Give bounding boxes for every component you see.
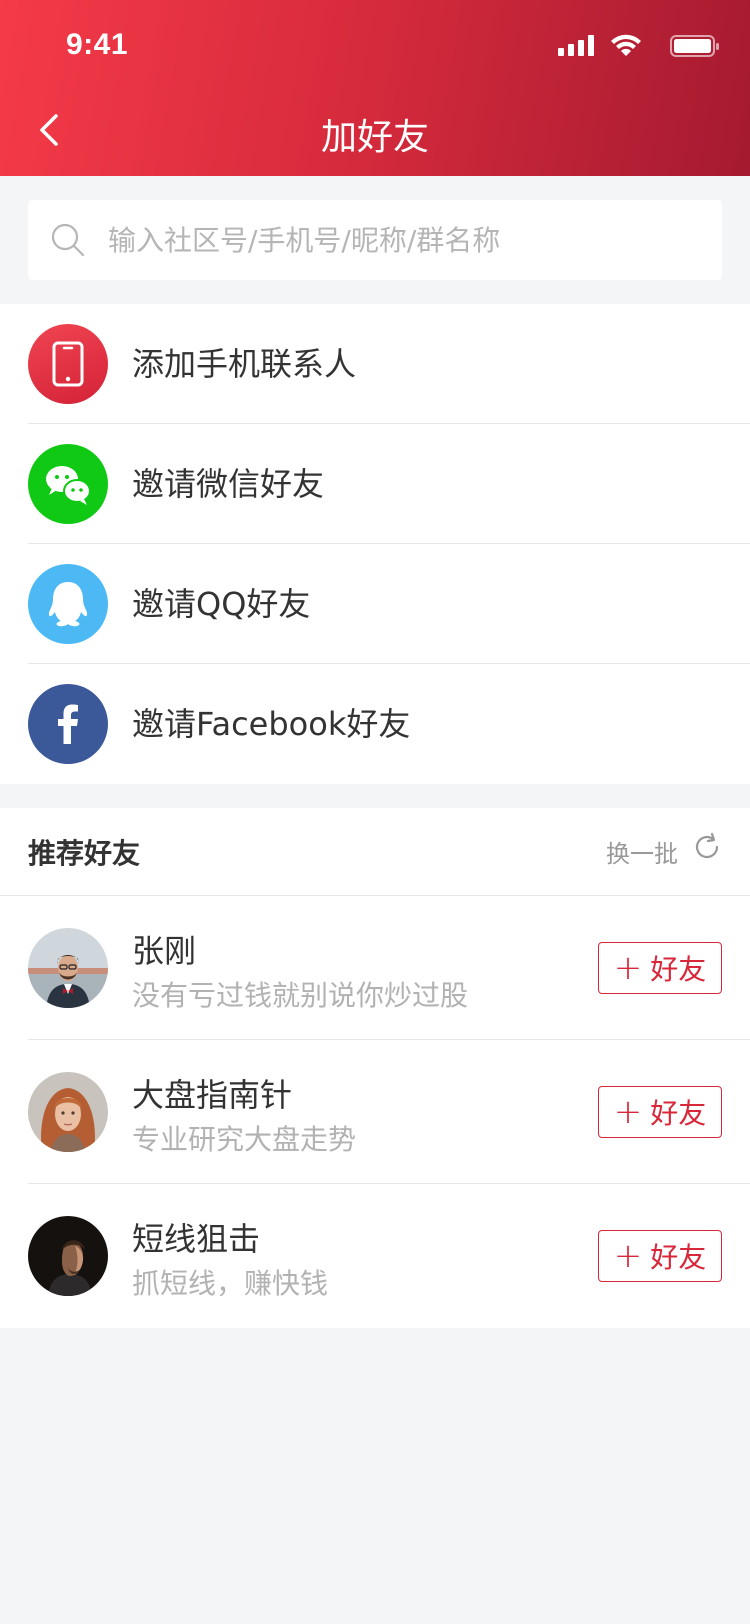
add-friend-button[interactable]: + 好友 <box>598 1230 722 1282</box>
invite-item-label: 邀请微信好友 <box>132 465 325 503</box>
search-box[interactable] <box>28 200 722 280</box>
refresh-label: 换一批 <box>606 840 678 868</box>
user-bio: 抓短线，赚快钱 <box>132 1267 329 1300</box>
add-friend-label: 好友 <box>650 953 707 986</box>
plus-icon: + <box>613 1236 643 1276</box>
add-friend-button[interactable]: + 好友 <box>598 1086 722 1138</box>
recommend-section: 推荐好友 换一批 张刚 没有亏过钱就别说你炒过股 + 好友 大盘指南针 专业研究… <box>0 808 750 1328</box>
user-item[interactable]: 张刚 没有亏过钱就别说你炒过股 + 好友 <box>0 896 750 1040</box>
plus-icon: + <box>613 1092 643 1132</box>
avatar[interactable] <box>28 1072 108 1152</box>
add-friend-button[interactable]: + 好友 <box>598 942 722 994</box>
user-bio: 没有亏过钱就别说你炒过股 <box>132 979 469 1012</box>
user-item[interactable]: 短线狙击 抓短线，赚快钱 + 好友 <box>0 1184 750 1328</box>
refresh-button[interactable]: 换一批 <box>582 830 722 874</box>
invite-item-label: 邀请QQ好友 <box>132 585 311 623</box>
nav-header: 9:41 加好友 <box>0 0 750 176</box>
recommend-header: 推荐好友 换一批 <box>0 808 750 896</box>
refresh-icon <box>695 832 719 859</box>
wechat-icon <box>28 444 108 524</box>
recommend-title: 推荐好友 <box>28 837 141 870</box>
wifi-icon <box>611 34 641 56</box>
user-name: 张刚 <box>132 932 197 970</box>
invite-item-qq[interactable]: 邀请QQ好友 <box>0 544 750 664</box>
avatar[interactable] <box>28 928 108 1008</box>
user-item[interactable]: 大盘指南针 专业研究大盘走势 + 好友 <box>0 1040 750 1184</box>
invite-item-facebook[interactable]: 邀请Facebook好友 <box>0 664 750 784</box>
status-time: 9:41 <box>66 28 129 61</box>
user-name: 大盘指南针 <box>132 1076 293 1114</box>
avatar[interactable] <box>28 1216 108 1296</box>
qq-icon <box>28 564 108 644</box>
invite-item-wechat[interactable]: 邀请微信好友 <box>0 424 750 544</box>
invite-list: 添加手机联系人 邀请微信好友 邀请QQ好友 邀请Facebook好友 <box>0 304 750 784</box>
invite-item-label: 添加手机联系人 <box>132 345 357 383</box>
invite-item-phone[interactable]: 添加手机联系人 <box>0 304 750 424</box>
invite-item-label: 邀请Facebook好友 <box>132 705 411 743</box>
add-friend-label: 好友 <box>650 1241 707 1274</box>
add-friend-label: 好友 <box>650 1097 707 1130</box>
signal-icon <box>558 34 594 58</box>
user-name: 短线狙击 <box>132 1220 261 1258</box>
search-input[interactable] <box>108 200 708 280</box>
search-icon <box>51 223 85 257</box>
plus-icon: + <box>613 948 643 988</box>
battery-icon <box>670 35 719 57</box>
phone-icon <box>28 324 108 404</box>
facebook-icon <box>28 684 108 764</box>
user-bio: 专业研究大盘走势 <box>132 1123 357 1156</box>
page-title: 加好友 <box>320 117 429 158</box>
